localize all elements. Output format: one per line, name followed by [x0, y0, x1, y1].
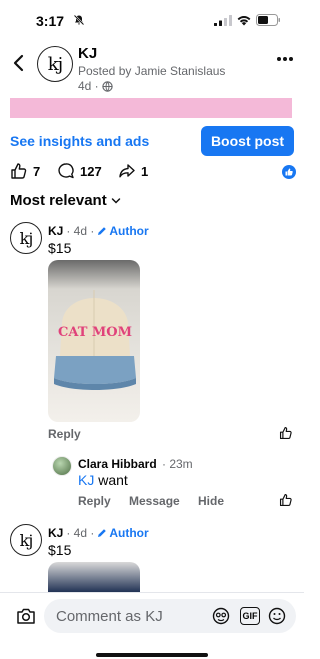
reply-avatar[interactable] [52, 456, 72, 476]
comment-age: · 4d · [66, 224, 95, 238]
comment-header: KJ · 4d · Author [48, 526, 149, 540]
sort-label: Most relevant [10, 192, 107, 209]
cap-embroidery: CAT MOM [58, 325, 132, 340]
see-insights-link[interactable]: See insights and ads [10, 133, 149, 149]
thumbs-up-icon [285, 168, 293, 176]
boost-post-button[interactable]: Boost post [201, 126, 294, 156]
likes-stat[interactable]: 7 [10, 162, 40, 180]
author-badge: Author [97, 526, 149, 540]
gif-label: GIF [242, 611, 258, 621]
posted-by: Posted by Jamie Stanislaus [78, 64, 226, 78]
page-name[interactable]: KJ [78, 45, 97, 62]
page-avatar[interactable]: kj [37, 46, 73, 82]
status-time: 3:17 [36, 13, 65, 29]
author-badge-label: Author [109, 526, 149, 540]
likes-count: 7 [33, 163, 41, 179]
pencil-icon [98, 529, 107, 537]
comment-input[interactable]: Comment as KJ GIF [44, 599, 296, 633]
sort-dropdown[interactable]: Most relevant [10, 192, 121, 209]
post-media-strip [10, 98, 292, 118]
comment-photo[interactable] [48, 562, 140, 592]
comment-text: $15 [48, 542, 72, 558]
reply-hide-button[interactable]: Hide [198, 494, 224, 508]
gif-icon[interactable]: GIF [240, 607, 260, 625]
pencil-icon [98, 227, 107, 235]
wifi-icon [237, 16, 251, 26]
shares-count: 1 [141, 163, 149, 179]
cap-photo: CAT MOM [54, 290, 136, 390]
comments-stat[interactable]: 127 [57, 162, 102, 180]
comment-age: · 4d · [66, 526, 95, 540]
reply-message-button[interactable]: Message [129, 494, 180, 508]
emoji-icon[interactable] [268, 607, 286, 625]
comments-count: 127 [80, 163, 102, 179]
reply-text: KJ want [78, 472, 128, 488]
bell-off-icon [73, 14, 85, 26]
avatar-sticker-icon[interactable] [212, 607, 230, 625]
like-reaction-badge [282, 165, 296, 179]
battery-icon [256, 14, 280, 26]
status-bar: 3:17 [0, 0, 304, 44]
globe-icon [101, 80, 113, 92]
reply-body: want [98, 472, 128, 488]
comment-avatar[interactable]: kj [10, 222, 42, 254]
chevron-down-icon [111, 197, 120, 204]
shares-stat[interactable]: 1 [118, 162, 148, 180]
comment-bubble-icon [58, 163, 74, 179]
reply-author-name[interactable]: Clara Hibbard [78, 457, 157, 471]
cellular-signal-icon [214, 15, 232, 26]
page-avatar-text: kj [47, 53, 63, 75]
back-arrow-icon[interactable] [12, 54, 26, 72]
author-badge-label: Author [109, 224, 149, 238]
camera-icon[interactable] [16, 607, 36, 625]
reply-age: · 23m [162, 457, 193, 471]
post-meta: 4d · [78, 79, 113, 93]
comment-placeholder: Comment as KJ [56, 608, 163, 625]
comment-avatar-text: kj [19, 228, 34, 248]
reply-button[interactable]: Reply [48, 427, 81, 441]
comment-header: KJ · 4d · Author [48, 224, 149, 238]
author-badge: Author [97, 224, 149, 238]
post-stats: 7 127 1 [0, 162, 304, 184]
more-options-icon[interactable] [276, 56, 294, 62]
comment-photo[interactable]: CAT MOM [48, 260, 140, 422]
thumbs-up-icon [11, 163, 27, 179]
comment-avatar-text: kj [19, 530, 34, 550]
post-header: kj KJ Posted by Jamie Stanislaus 4d · [0, 44, 304, 94]
comment-composer: Comment as KJ GIF [0, 592, 304, 659]
post-age: 4d · [78, 79, 99, 93]
reply-reply-button[interactable]: Reply [78, 494, 111, 508]
comment-author-name[interactable]: KJ [48, 224, 63, 238]
comment-avatar[interactable]: kj [10, 524, 42, 556]
comment-author-name[interactable]: KJ [48, 526, 63, 540]
home-indicator [96, 653, 208, 657]
share-arrow-icon [119, 164, 135, 178]
reply-mention[interactable]: KJ [78, 472, 94, 488]
like-reply-icon[interactable] [279, 493, 293, 507]
comment-text: $15 [48, 240, 72, 256]
like-comment-icon[interactable] [279, 426, 293, 440]
